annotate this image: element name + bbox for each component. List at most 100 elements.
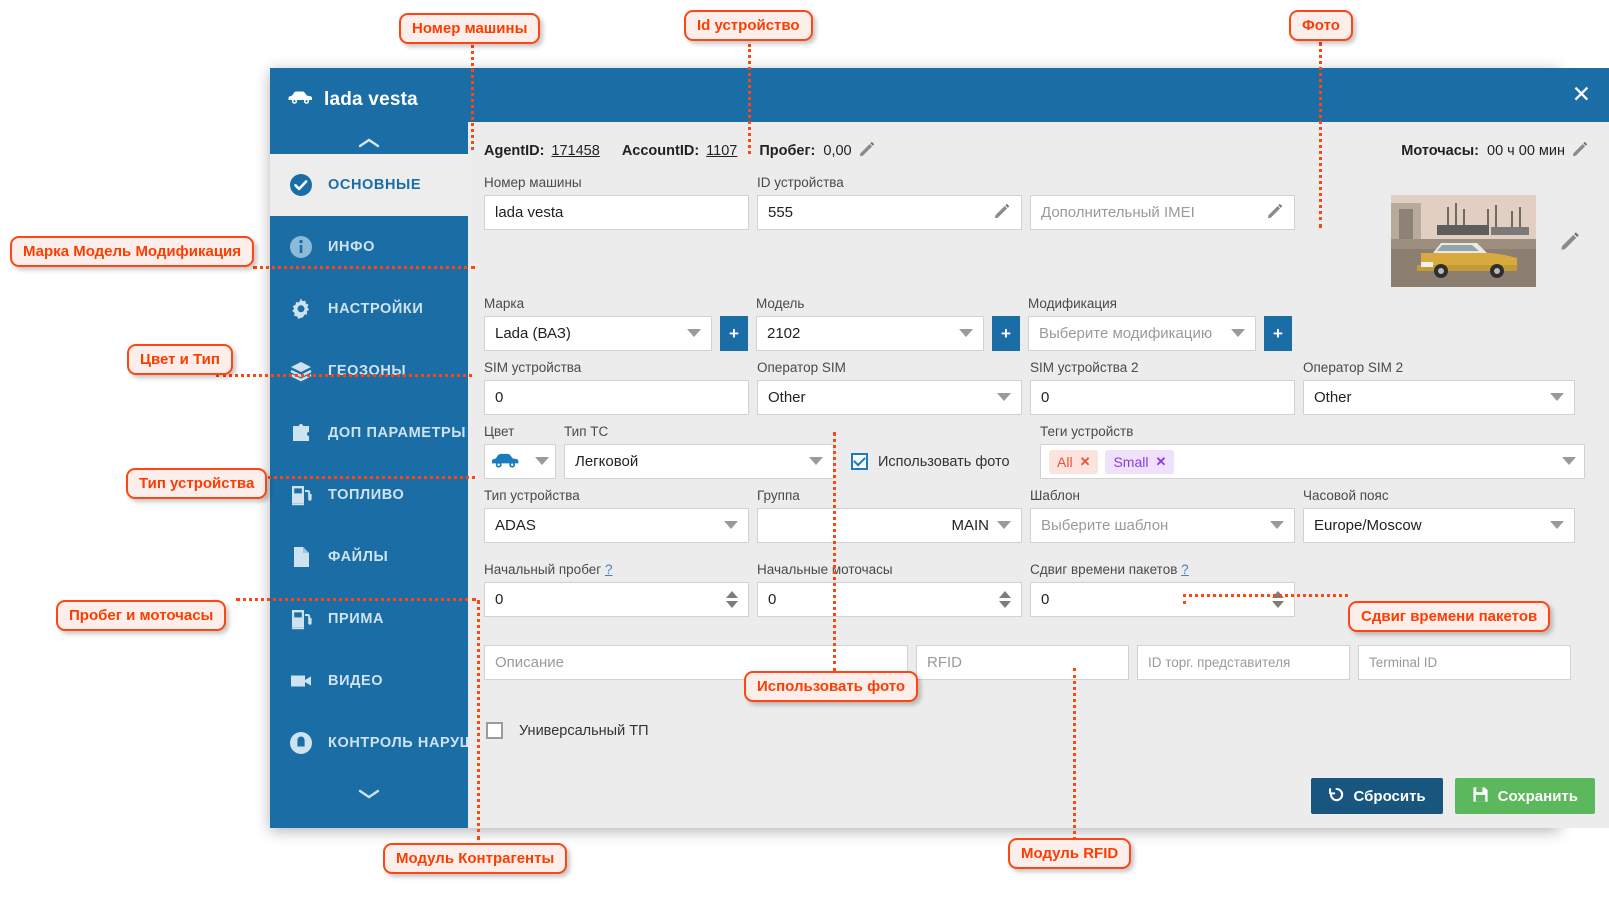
terminal-id-input[interactable]: Terminal ID [1358,645,1571,680]
sidebar-item-nastroyki[interactable]: НАСТРОЙКИ [270,278,468,340]
edit-extra-imei-pencil-icon[interactable] [1266,202,1284,224]
vehicle-photo[interactable] [1391,195,1536,287]
universal-tp-label: Универсальный ТП [519,722,649,739]
color-select[interactable] [484,444,556,479]
sim-operator2-value: Other [1314,389,1352,406]
save-button[interactable]: Сохранить [1454,778,1595,814]
rfid-input[interactable]: RFID [916,645,1129,680]
form-content: AgentID: 171458 AccountID: 1107 Пробег: … [468,122,1609,764]
info-circle-icon [288,234,314,260]
model-label: Модель [756,296,805,311]
sidebar-item-kontrol-narusheniy[interactable]: КОНТРОЛЬ НАРУШЕН... [270,712,468,774]
device-tags-input[interactable]: All ✕ Small ✕ [1040,444,1585,479]
callout-color-type: Цвет и Тип [127,344,233,375]
spinner-icon[interactable] [726,591,738,608]
check-circle-icon [288,172,314,198]
sim2-input[interactable]: 0 [1030,380,1295,415]
model-select[interactable]: 2102 [756,316,984,351]
packet-time-shift-hint-icon[interactable]: ? [1181,562,1189,577]
template-label: Шаблон [1030,488,1080,503]
account-id-value[interactable]: 1107 [706,143,737,159]
sidebar-item-osnovnye[interactable]: ОСНОВНЫЕ [270,154,468,216]
chevron-down-icon [959,325,973,342]
chevron-down-icon [724,517,738,534]
reset-button[interactable]: Сбросить [1310,778,1443,814]
universal-tp-checkbox[interactable] [486,722,503,739]
sidebar-item-video[interactable]: ВИДЕО [270,650,468,712]
callout-mileage-enginehours: Пробег и моточасы [56,600,227,631]
sim-operator1-select[interactable]: Other [757,380,1022,415]
edit-device-id-pencil-icon[interactable] [993,202,1011,224]
use-photo-checkbox[interactable] [851,453,868,470]
vehicle-number-input[interactable]: lada vesta [484,195,749,230]
sidebar-item-label: ВИДЕО [328,673,384,689]
extra-imei-input[interactable]: Дополнительный IMEI [1030,195,1295,230]
brand-value: Lada (ВАЗ) [495,325,571,342]
leader-line-brand [253,266,475,269]
edit-mileage-pencil-icon[interactable] [858,140,876,162]
dealer-id-placeholder: ID торг. представителя [1148,655,1291,670]
device-id-value: 555 [768,204,794,221]
tag-all[interactable]: All ✕ [1049,449,1099,474]
leader-line-number [471,40,474,150]
add-modification-button[interactable]: + [1264,316,1292,351]
chevron-down-icon [1550,389,1564,406]
field-extra-imei: Дополнительный IMEI [1030,174,1295,287]
sidebar-item-dop-parametry[interactable]: ДОП ПАРАМЕТРЫ [270,402,468,464]
enginehours-value: 00 ч 00 мин [1487,143,1565,159]
callout-photo: Фото [1289,10,1353,41]
device-id-input[interactable]: 555 [757,195,1022,230]
callout-use-photo: Использовать фото [744,671,919,702]
field-model: Модель 2102 [756,295,984,351]
timezone-select[interactable]: Europe/Moscow [1303,508,1575,543]
dialog-title-bar: lada vesta [270,68,468,132]
tag-small[interactable]: Small ✕ [1105,449,1175,474]
leader-line-contragenty [477,600,480,840]
agent-id-value[interactable]: 171458 [551,143,599,159]
modification-select[interactable]: Выберите модификацию [1028,316,1256,351]
photo-label [1391,174,1541,192]
add-brand-button[interactable]: + [720,316,748,351]
packet-time-shift-value: 0 [1041,591,1050,608]
vehicle-type-label: Тип ТС [564,424,609,439]
brand-select[interactable]: Lada (ВАЗ) [484,316,712,351]
group-select[interactable]: MAIN [757,508,1022,543]
sidebar-expand-down-icon[interactable] [270,774,468,814]
row-brand-model: Марка Lada (ВАЗ) + Модель 2102 + Модифик… [484,295,1589,351]
tag-all-remove-icon[interactable]: ✕ [1080,454,1091,470]
vehicle-type-select[interactable]: Легковой [564,444,834,479]
chevron-down-icon[interactable] [1562,453,1576,471]
dealer-id-input[interactable]: ID торг. представителя [1137,645,1350,680]
sidebar-item-toplivo[interactable]: ТОПЛИВО [270,464,468,526]
sim-operator2-select[interactable]: Other [1303,380,1575,415]
tag-small-remove-icon[interactable]: ✕ [1155,454,1166,470]
sidebar-item-fayly[interactable]: ФАЙЛЫ [270,526,468,588]
sidebar-collapse-up-icon[interactable] [270,132,468,154]
edit-photo-pencil-icon[interactable] [1549,195,1589,287]
initial-mileage-input[interactable]: 0 [484,582,749,617]
add-model-button[interactable]: + [992,316,1020,351]
initial-enginehours-input[interactable]: 0 [757,582,1022,617]
file-icon [288,544,314,570]
dialog-main-pane: ✕ AgentID: 171458 AccountID: 1107 Пробег… [468,68,1609,828]
initial-mileage-hint-icon[interactable]: ? [605,562,613,577]
puzzle-icon [288,420,314,446]
sidebar-item-geozony[interactable]: ГЕОЗОНЫ [270,340,468,402]
sim1-input[interactable]: 0 [484,380,749,415]
template-select[interactable]: Выберите шаблон [1030,508,1295,543]
dialog-titlebar: ✕ [468,68,1609,122]
timezone-label: Часовой пояс [1303,488,1389,503]
edit-enginehours-pencil-icon[interactable] [1571,140,1589,162]
field-use-photo: Использовать фото [842,423,1032,479]
spinner-icon[interactable] [999,591,1011,608]
chevron-down-icon [997,517,1011,534]
sidebar-item-label: ИНФО [328,239,375,255]
model-value: 2102 [767,325,801,342]
field-modification: Модификация Выберите модификацию [1028,295,1256,351]
close-icon[interactable]: ✕ [1572,83,1591,107]
description-placeholder: Описание [495,654,565,671]
callout-module-contragenty: Модуль Контрагенты [383,843,568,874]
chevron-down-icon [687,325,701,342]
packet-time-shift-input[interactable]: 0 [1030,582,1295,617]
device-type-select[interactable]: ADAS [484,508,749,543]
